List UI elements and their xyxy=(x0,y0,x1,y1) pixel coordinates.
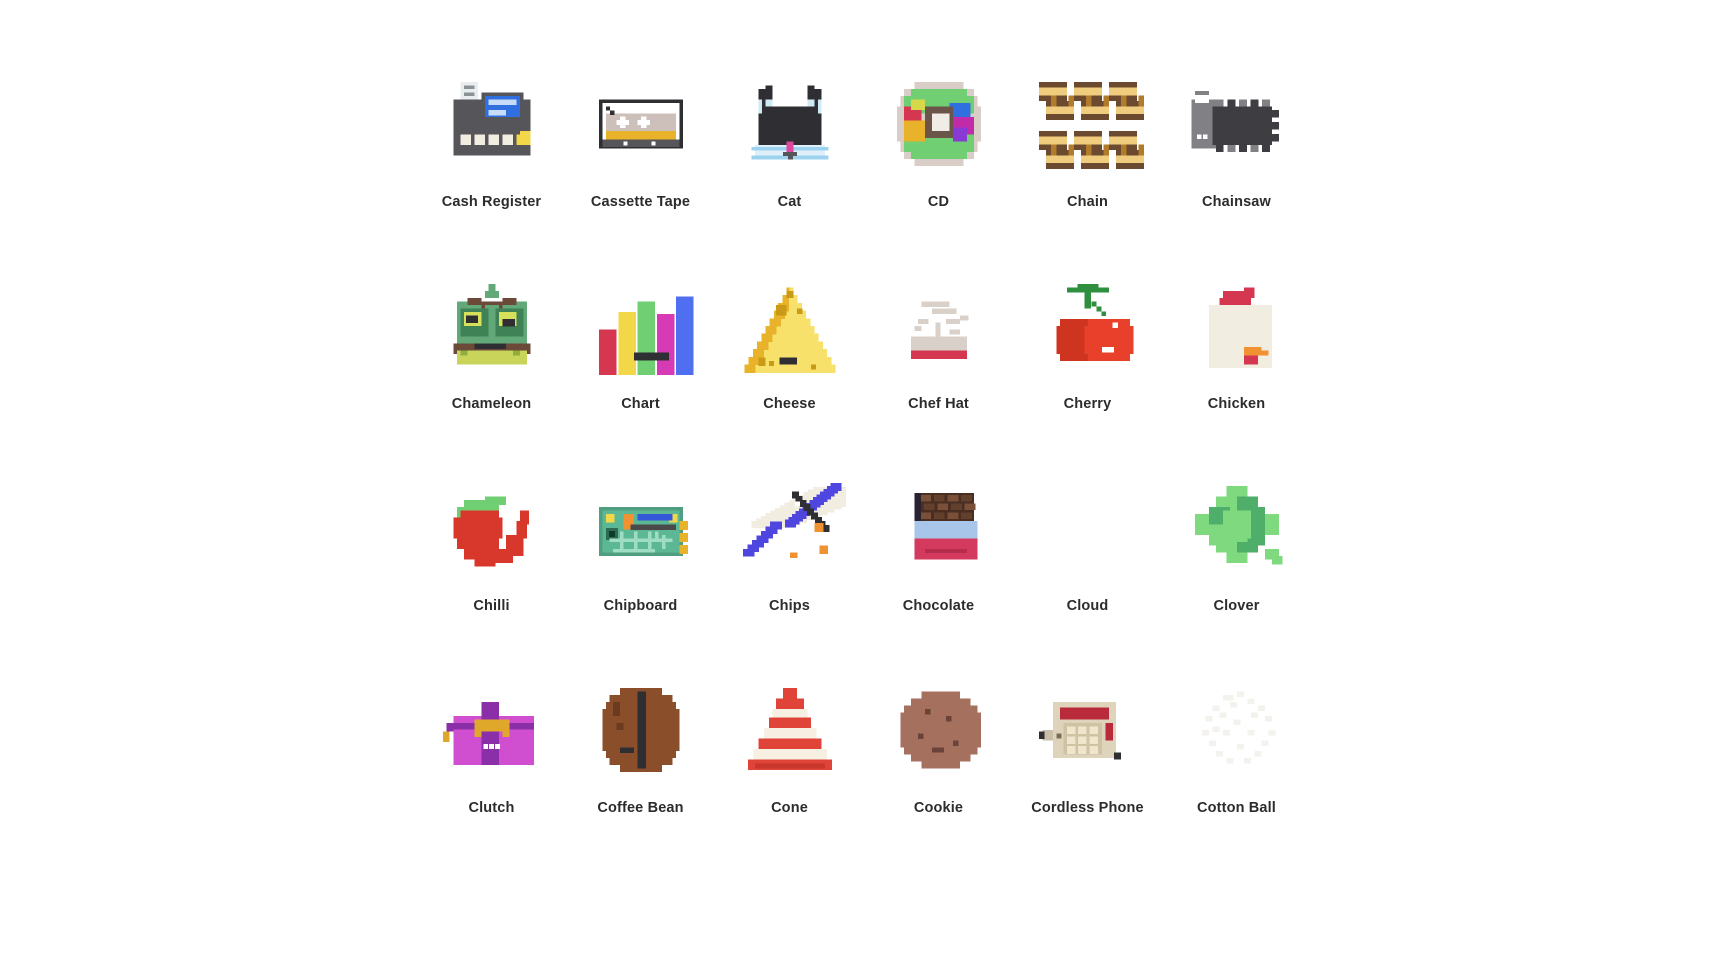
cassette-tape-icon[interactable] xyxy=(585,68,697,180)
icon-cell-cone[interactable]: Cone xyxy=(715,668,864,870)
icon-cell-chart[interactable]: Chart xyxy=(566,264,715,466)
icon-label: CD xyxy=(927,194,950,210)
icon-cell-chips[interactable]: Chips xyxy=(715,466,864,668)
chameleon-icon[interactable] xyxy=(436,270,548,382)
icon-cell-chilli[interactable]: Chilli xyxy=(417,466,566,668)
cat-icon[interactable] xyxy=(734,68,846,180)
icon-cell-cloud[interactable]: Cloud xyxy=(1013,466,1162,668)
chicken-icon[interactable] xyxy=(1181,270,1293,382)
chainsaw-icon[interactable] xyxy=(1181,68,1293,180)
chef-hat-icon[interactable] xyxy=(883,270,995,382)
icon-cell-chipboard[interactable]: Chipboard xyxy=(566,466,715,668)
chain-icon[interactable] xyxy=(1032,68,1144,180)
chips-icon[interactable] xyxy=(734,472,846,584)
icon-label: Cherry xyxy=(1063,396,1112,412)
icon-label: Cone xyxy=(771,800,808,816)
icon-label: Chicken xyxy=(1207,396,1266,412)
cd-icon[interactable] xyxy=(883,68,995,180)
cloud-icon[interactable] xyxy=(1032,472,1144,584)
icon-cell-chocolate[interactable]: Chocolate xyxy=(864,466,1013,668)
icon-label: Chocolate xyxy=(902,598,975,614)
icon-cell-cordless-phone[interactable]: Cordless Phone xyxy=(1013,668,1162,870)
icon-label: Cookie xyxy=(913,800,964,816)
cordless-phone-icon[interactable] xyxy=(1032,674,1144,786)
icon-label: Chain xyxy=(1066,194,1109,210)
coffee-bean-icon[interactable] xyxy=(585,674,697,786)
cash-register-icon[interactable] xyxy=(436,68,548,180)
icon-cell-chainsaw[interactable]: Chainsaw xyxy=(1162,62,1311,264)
icon-label: Chart xyxy=(621,396,660,412)
cherry-icon[interactable] xyxy=(1032,270,1144,382)
chart-icon[interactable] xyxy=(585,270,697,382)
icon-cell-chameleon[interactable]: Chameleon xyxy=(417,264,566,466)
icon-label: Cloud xyxy=(1066,598,1109,614)
icon-label: Cordless Phone xyxy=(1031,800,1144,816)
icon-label: Coffee Bean xyxy=(597,800,684,816)
icon-gallery: Cash Register Cassette Tape Cat CD Chain Chai… xyxy=(0,0,1728,972)
icon-label: Chainsaw xyxy=(1202,194,1271,210)
icon-grid: Cash Register Cassette Tape Cat CD Chain Chai… xyxy=(417,62,1311,870)
icon-cell-cassette-tape[interactable]: Cassette Tape xyxy=(566,62,715,264)
chilli-icon[interactable] xyxy=(436,472,548,584)
chipboard-icon[interactable] xyxy=(585,472,697,584)
cone-icon[interactable] xyxy=(734,674,846,786)
icon-cell-cd[interactable]: CD xyxy=(864,62,1013,264)
icon-cell-clutch[interactable]: Clutch xyxy=(417,668,566,870)
icon-cell-cookie[interactable]: Cookie xyxy=(864,668,1013,870)
icon-label: Clover xyxy=(1213,598,1260,614)
icon-label: Chilli xyxy=(473,598,510,614)
icon-label: Cat xyxy=(777,194,802,210)
icon-label: Chips xyxy=(768,598,811,614)
icon-label: Clutch xyxy=(468,800,515,816)
icon-cell-chicken[interactable]: Chicken xyxy=(1162,264,1311,466)
icon-cell-cat[interactable]: Cat xyxy=(715,62,864,264)
cookie-icon[interactable] xyxy=(883,674,995,786)
icon-cell-cash-register[interactable]: Cash Register xyxy=(417,62,566,264)
clutch-icon[interactable] xyxy=(436,674,548,786)
icon-cell-chef-hat[interactable]: Chef Hat xyxy=(864,264,1013,466)
icon-label: Cash Register xyxy=(441,194,542,210)
icon-label: Cheese xyxy=(763,396,816,412)
icon-cell-cotton-ball[interactable]: Cotton Ball xyxy=(1162,668,1311,870)
icon-label: Chef Hat xyxy=(908,396,969,412)
icon-label: Chameleon xyxy=(451,396,532,412)
icon-label: Cassette Tape xyxy=(590,194,691,210)
icon-cell-chain[interactable]: Chain xyxy=(1013,62,1162,264)
chocolate-icon[interactable] xyxy=(883,472,995,584)
icon-label: Cotton Ball xyxy=(1197,800,1276,816)
icon-cell-cherry[interactable]: Cherry xyxy=(1013,264,1162,466)
cheese-icon[interactable] xyxy=(734,270,846,382)
icon-cell-coffee-bean[interactable]: Coffee Bean xyxy=(566,668,715,870)
cotton-ball-icon[interactable] xyxy=(1181,674,1293,786)
icon-cell-cheese[interactable]: Cheese xyxy=(715,264,864,466)
icon-cell-clover[interactable]: Clover xyxy=(1162,466,1311,668)
icon-label: Chipboard xyxy=(603,598,678,614)
clover-icon[interactable] xyxy=(1181,472,1293,584)
